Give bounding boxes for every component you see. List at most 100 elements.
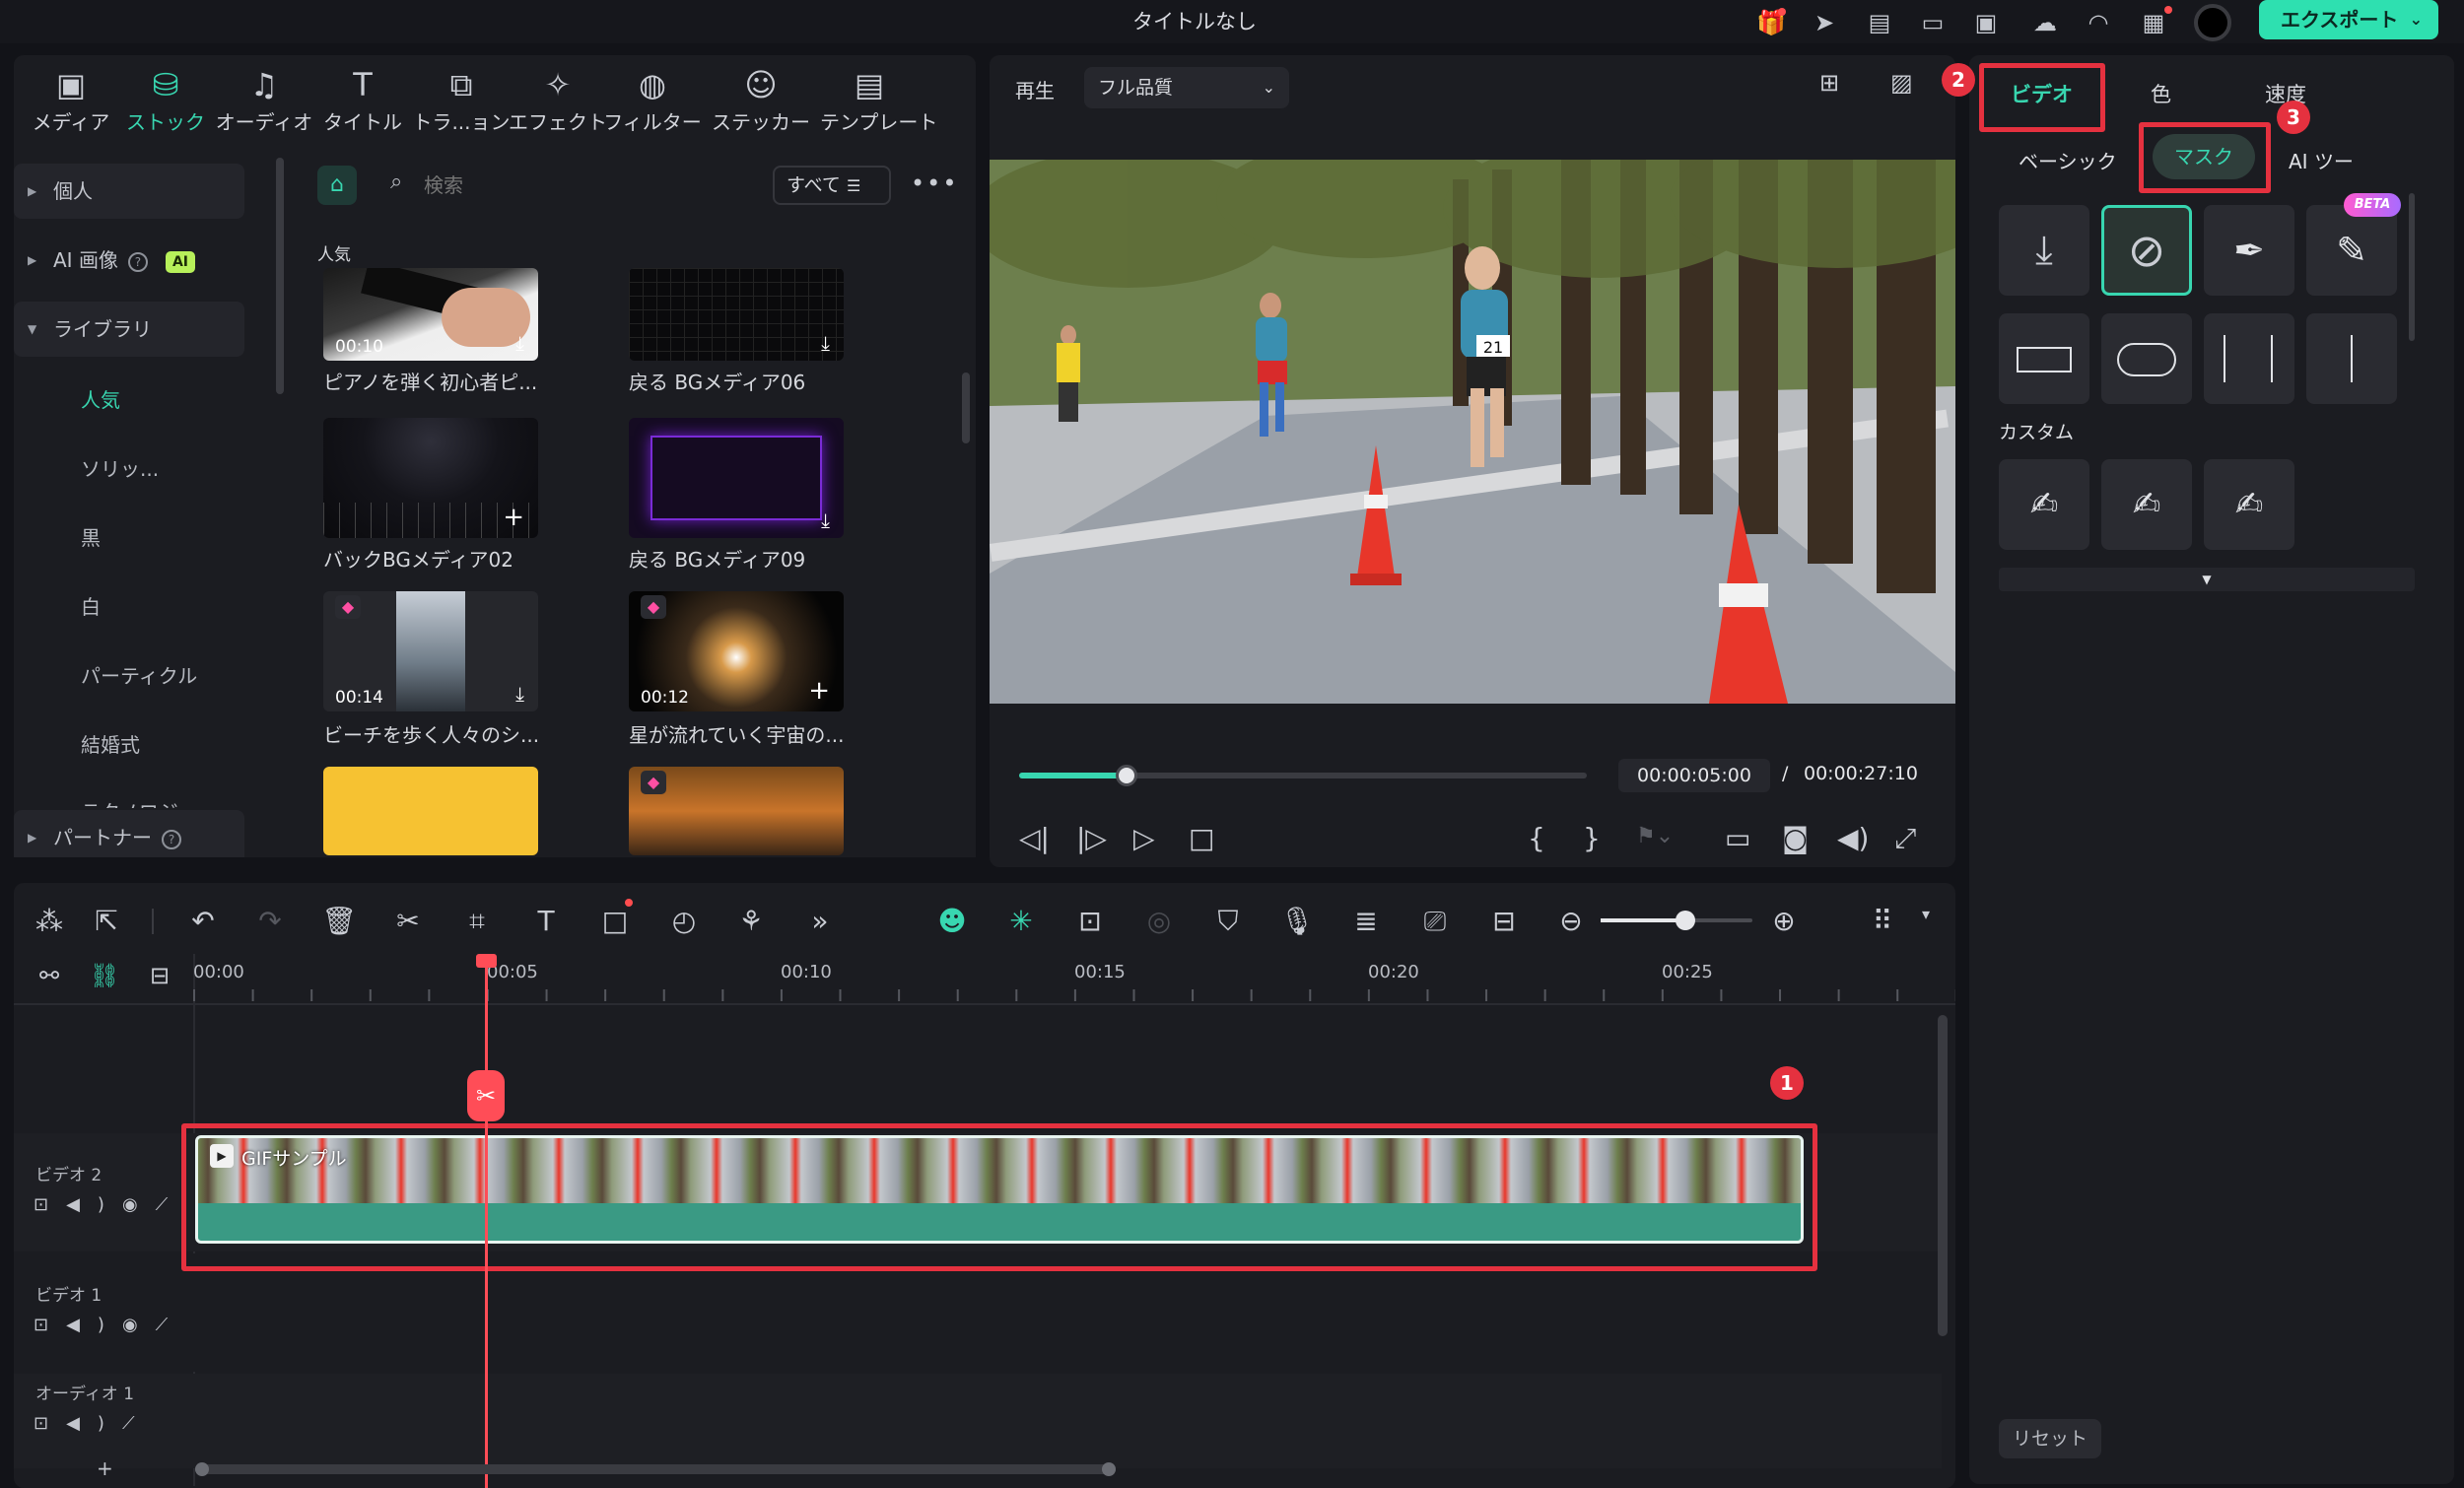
shield-icon[interactable]: ⛉ (1208, 905, 1248, 938)
download-icon[interactable]: ⤓ (821, 508, 830, 532)
ai-copilot-icon[interactable]: ☻ (932, 905, 972, 937)
media-thumb[interactable]: ⤓ (629, 418, 844, 538)
media-scrollbar[interactable] (962, 372, 970, 443)
fit-icon[interactable]: ⊟ (1484, 905, 1524, 937)
mask-pen-icon[interactable]: ✒ (2204, 205, 2294, 296)
color-wheels-icon[interactable]: ⚘ (731, 905, 771, 937)
select-tool-icon[interactable]: ⇱ (87, 905, 126, 937)
play-icon[interactable]: ▷ (1133, 822, 1155, 854)
library-item-popular[interactable]: 人気 (81, 384, 120, 413)
track-controls[interactable]: ⊡◀)⟋ (34, 1413, 153, 1434)
media-thumb[interactable] (323, 767, 538, 855)
tab-title-t[interactable]: T タイトル (313, 63, 412, 140)
unlink-icon[interactable]: ⚯ (30, 962, 69, 989)
fullscreen-icon[interactable]: ⤢ (1894, 822, 1916, 855)
tab-music-note[interactable]: ♫ オーディオ (215, 63, 313, 140)
expand-more-icon[interactable]: ▼ (1999, 568, 2415, 591)
avatar[interactable] (2194, 4, 2231, 41)
scissors-icon[interactable]: ✂ (388, 905, 428, 937)
scroll-start-handle[interactable] (195, 1462, 209, 1476)
library-item-particle[interactable]: パーティクル (81, 660, 197, 689)
sidebar-item-personal[interactable]: ▶ 個人 (14, 164, 244, 219)
volume-icon[interactable]: ◀) (1837, 822, 1869, 854)
media-thumb[interactable]: ⤓ (629, 268, 844, 361)
more-tools-icon[interactable]: » (800, 905, 840, 937)
add-icon[interactable]: + (503, 503, 524, 532)
playhead-handle[interactable] (476, 954, 497, 968)
image-icon[interactable]: ▨ (1890, 69, 1913, 97)
next-frame-icon[interactable]: |▷ (1076, 822, 1107, 854)
add-icon[interactable]: + (808, 676, 830, 706)
reset-button[interactable]: リセット (1999, 1419, 2101, 1458)
help-icon[interactable]: ? (127, 251, 148, 272)
filter-dropdown[interactable]: すべて ☰ (773, 166, 891, 205)
export-button[interactable]: エクスポート ⌄ (2259, 0, 2438, 39)
library-item-black[interactable]: 黒 (81, 522, 101, 551)
add-track-button[interactable]: + (97, 1456, 113, 1480)
replace-clip-icon[interactable]: ⎚ (1415, 905, 1455, 938)
media-thumb[interactable]: ◆ 00:14 ⤓ (323, 591, 538, 711)
mask-single-line-icon[interactable] (2306, 313, 2397, 404)
tab-filter[interactable]: ◍ フィルター (603, 63, 702, 140)
zoom-slider[interactable] (1601, 911, 1752, 930)
track-manager-icon[interactable]: ⊟ (140, 962, 179, 989)
snapshot-camera-icon[interactable]: ◙ (1782, 822, 1809, 854)
tab-template[interactable]: ▤ テンプレート (820, 63, 937, 140)
display-icon[interactable]: ▭ (1725, 822, 1750, 854)
sidebar-scrollbar[interactable] (276, 158, 284, 394)
more-options-icon[interactable]: ••• (911, 169, 958, 197)
tab-stock[interactable]: ⛁ ストック (116, 63, 215, 140)
custom-mask-icon[interactable]: ✍ (2101, 459, 2192, 550)
subtab-ai-tools[interactable]: AI ツー (2289, 146, 2354, 174)
cloud-upload-icon[interactable]: ☁ (2028, 6, 2062, 39)
playhead-line[interactable] (485, 958, 488, 1488)
tab-media[interactable]: ▣ メディア (22, 63, 120, 140)
media-thumb[interactable]: + (323, 418, 538, 538)
mark-out-icon[interactable]: } (1583, 822, 1601, 854)
save-icon[interactable]: ▣ (1969, 6, 2003, 39)
subtab-basic[interactable]: ベーシック (2019, 146, 2117, 174)
quality-dropdown[interactable]: フル品質 ⌄ (1084, 67, 1289, 108)
camera-effect-icon[interactable]: ⊡ (1070, 905, 1110, 937)
media-thumb[interactable]: ◆ (629, 767, 844, 855)
speed-icon[interactable]: ◴ (664, 905, 704, 937)
link-icon[interactable]: ⛓ (85, 962, 124, 989)
track-controls[interactable]: ⊡◀)◉⟋ (34, 1194, 185, 1215)
layout-grid-icon[interactable]: ⁂ (30, 905, 69, 937)
search-input[interactable] (424, 168, 719, 203)
layout-icon[interactable]: ▭ (1916, 6, 1950, 39)
shape-tool-icon[interactable]: □ (595, 905, 635, 937)
clipboard-icon[interactable]: ▤ (1863, 6, 1896, 39)
microphone-icon[interactable]: 🎙 (1277, 905, 1317, 937)
text-tool-icon[interactable]: T (526, 905, 566, 937)
download-icon[interactable]: ⤓ (515, 682, 524, 706)
headset-icon[interactable]: ◠ (2082, 6, 2115, 39)
media-thumb[interactable]: ◆ 00:12 + (629, 591, 844, 711)
timeline-horizontal-scrollbar[interactable] (195, 1462, 1116, 1476)
library-item-solid[interactable]: ソリッ... (81, 453, 159, 482)
tab-color[interactable]: 色 (2151, 79, 2171, 108)
zoom-in-icon[interactable]: ⊕ (1764, 905, 1804, 937)
mask-import-icon[interactable]: ⤓ (1999, 205, 2089, 296)
mask-none-icon[interactable]: ⊘ (2101, 205, 2192, 296)
chevron-down-icon[interactable]: ▾ (1906, 905, 1946, 923)
prev-frame-icon[interactable]: ◁| (1019, 822, 1050, 854)
library-item-white[interactable]: 白 (81, 591, 101, 620)
undo-icon[interactable]: ↶ (183, 905, 223, 937)
mask-rectangle-icon[interactable] (1999, 313, 2089, 404)
grid-view-icon[interactable]: ⊞ (1819, 69, 1839, 97)
stop-icon[interactable]: □ (1189, 822, 1214, 854)
track-controls[interactable]: ⊡◀)◉⟋ (34, 1315, 185, 1335)
auto-highlight-icon[interactable]: ✳ (1001, 905, 1041, 937)
mask-ellipse-icon[interactable] (2101, 313, 2192, 404)
tab-sticker[interactable]: ☺ ステッカー (712, 63, 810, 140)
library-item-technology[interactable]: テクノロジ (81, 796, 178, 808)
props-scrollbar[interactable] (2409, 193, 2415, 341)
tab-transition[interactable]: ⧉ トラ...ョン (412, 63, 511, 140)
audio-list-icon[interactable]: ≣ (1346, 905, 1386, 937)
download-icon[interactable]: ⤓ (821, 331, 830, 355)
mask-double-line-icon[interactable] (2204, 313, 2294, 404)
scissors-icon[interactable]: ✂ (467, 1070, 505, 1121)
video-preview[interactable]: 21 (990, 160, 1955, 704)
panel-layout-icon[interactable]: ⠿ (1863, 905, 1902, 937)
